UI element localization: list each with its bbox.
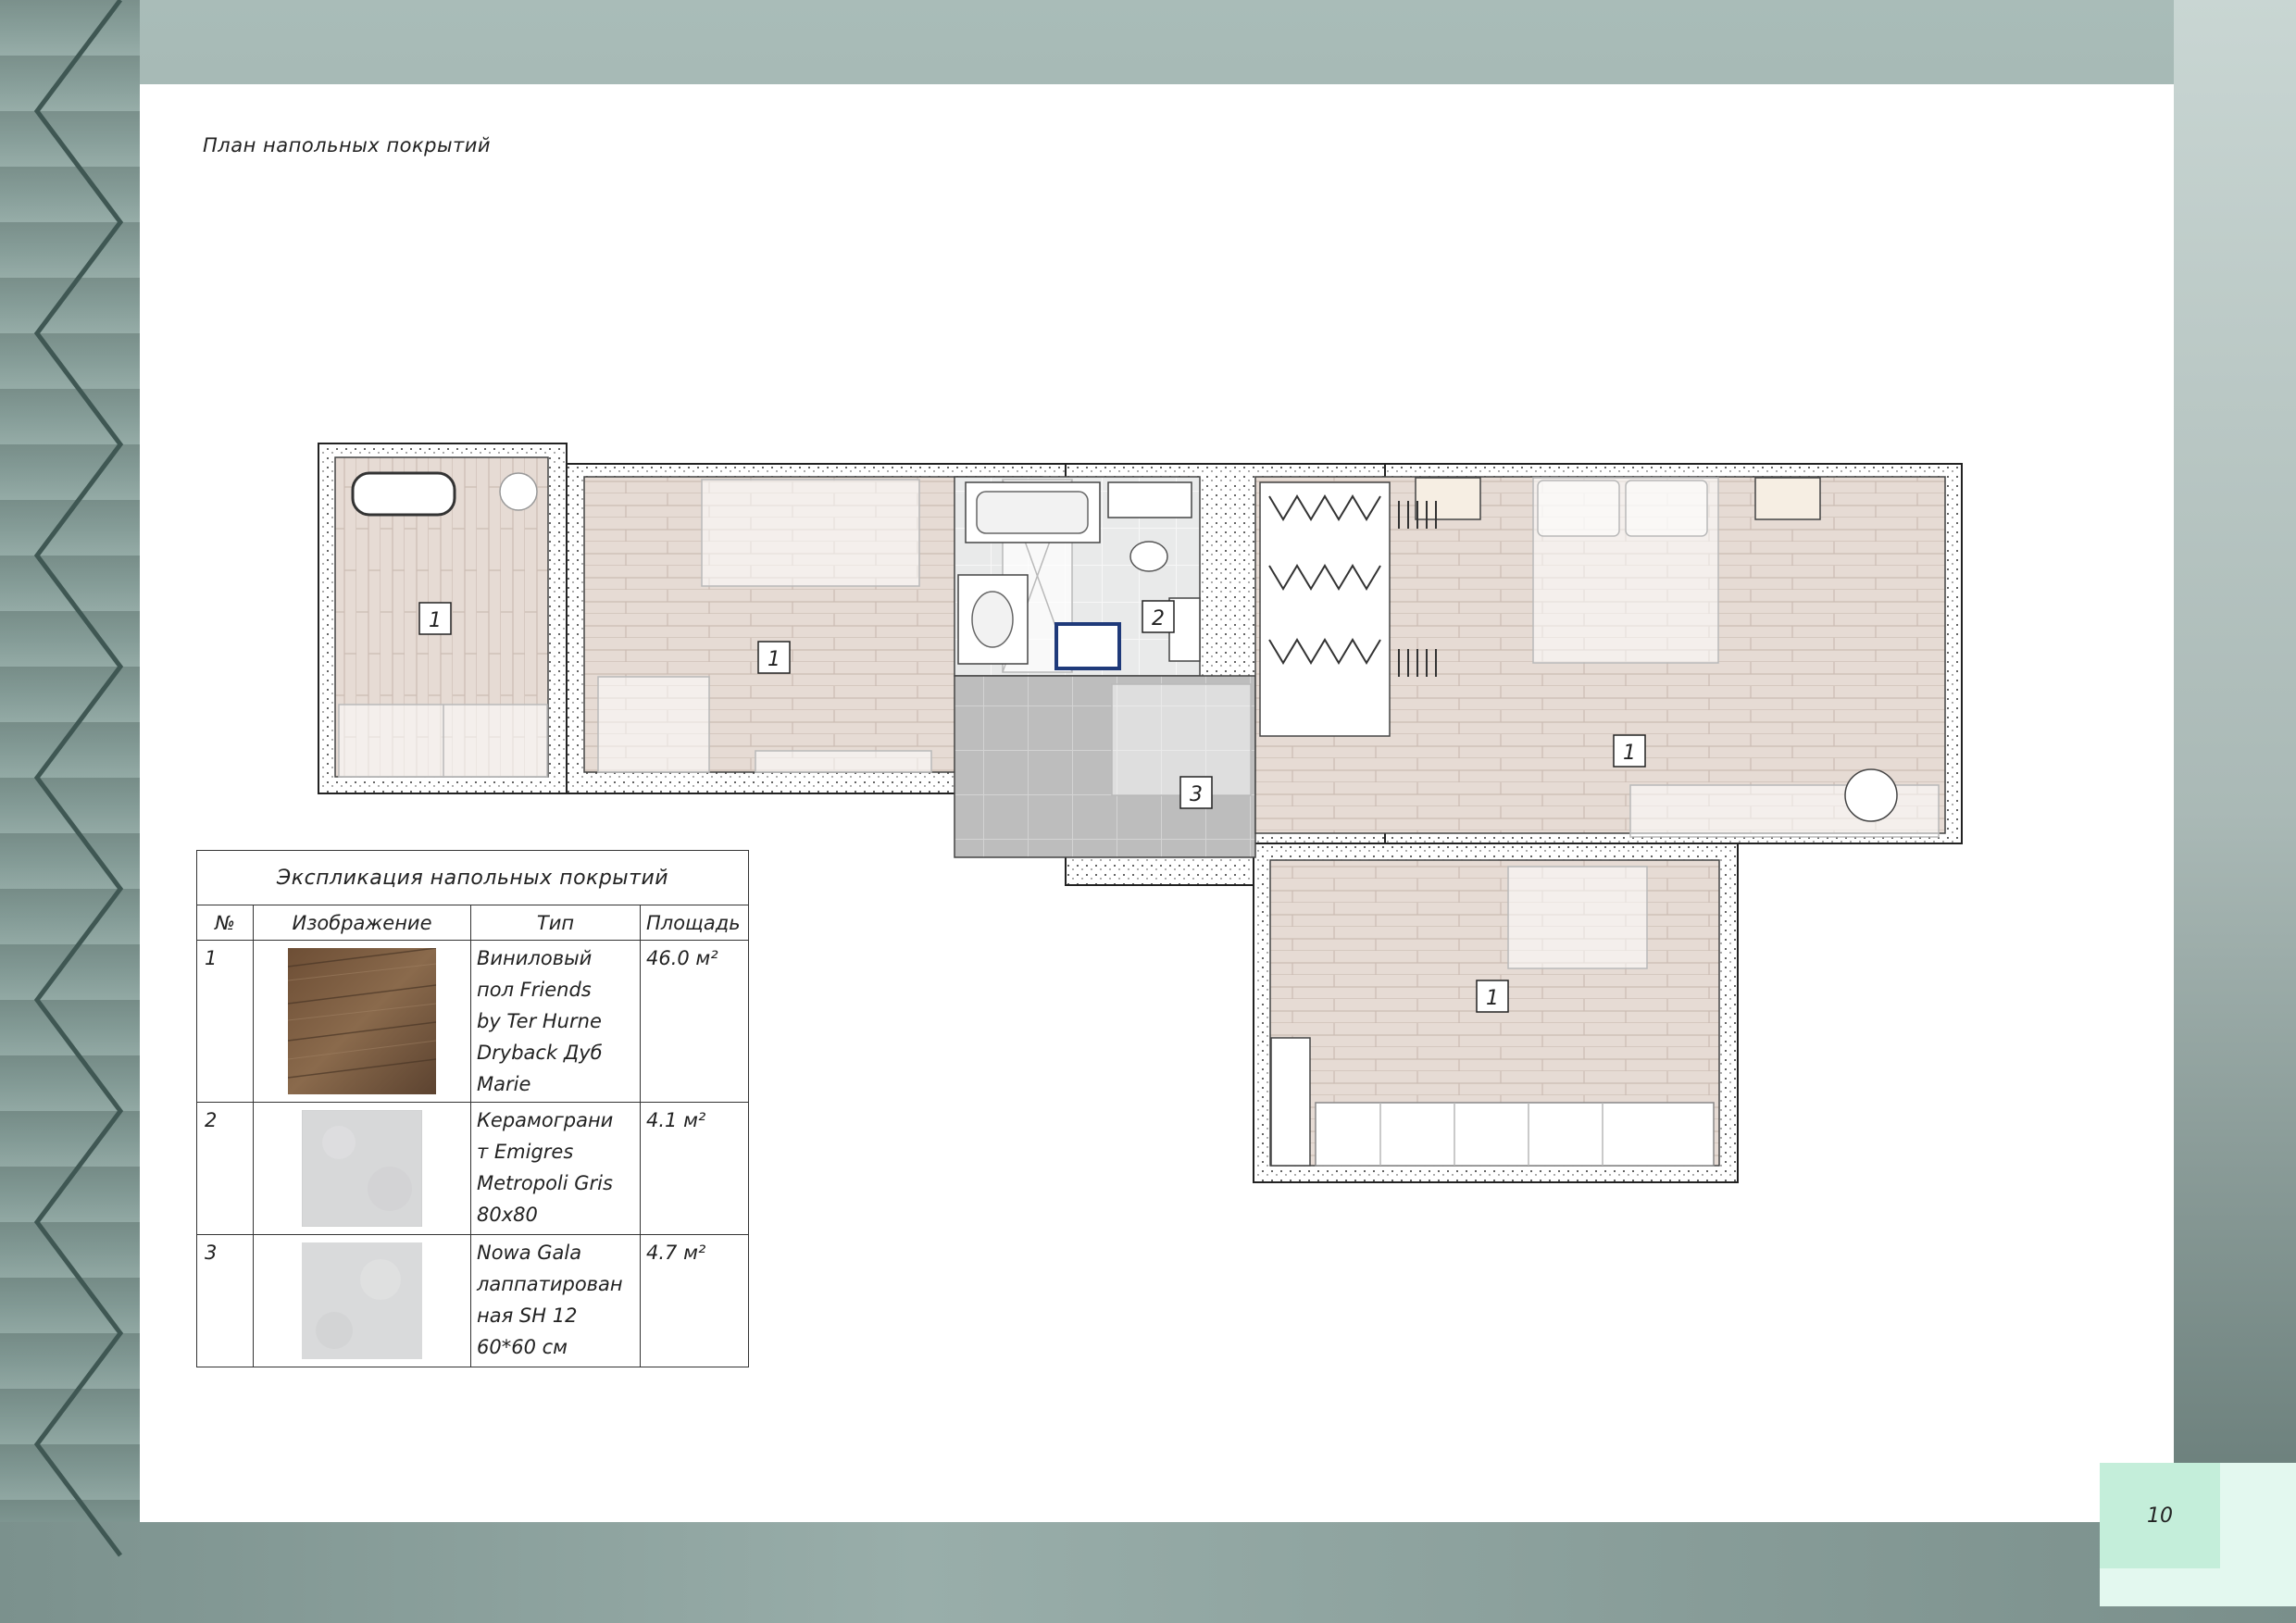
floor-legend-table: Экспликация напольных покрытий № Изображ… <box>196 850 749 1367</box>
shelf-lattice <box>33 0 124 1557</box>
legend-header-area: Площадь <box>640 905 749 941</box>
zone-label-living: 1 <box>767 648 780 671</box>
zone-label-hallway: 3 <box>1190 783 1203 806</box>
legend-row-number: 3 <box>196 1234 254 1367</box>
legend-row-area: 4.1 м² <box>640 1102 749 1235</box>
page-number: 10 <box>2100 1463 2220 1568</box>
legend-row-area: 4.7 м² <box>640 1234 749 1367</box>
zone-label-balcony: 1 <box>429 609 442 632</box>
legend-row: 3 Nowa Gala лаппатирован ная SH 12 60*60… <box>196 1234 749 1367</box>
grey-tile-swatch-icon <box>302 1110 422 1227</box>
legend-row-type: Nowa Gala лаппатирован ная SH 12 60*60 с… <box>470 1234 641 1367</box>
legend-row-type: Керамограни т Emigres Metropoli Gris 80x… <box>470 1102 641 1235</box>
legend-row-type: Виниловый пол Friends by Ter Hurne Dryba… <box>470 940 641 1103</box>
zone-label-bathroom: 2 <box>1152 607 1165 630</box>
page-sheet: План напольных покрытий 1 1 2 3 1 1 Эксп… <box>140 84 2296 1606</box>
legend-row-number: 1 <box>196 940 254 1103</box>
legend-row: 1 Виниловый пол Friends by Ter Hurne Dry… <box>196 940 749 1103</box>
legend-row-image <box>253 1102 471 1235</box>
legend-header-image: Изображение <box>253 905 471 941</box>
legend-header-type: Тип <box>470 905 641 941</box>
legend-row-number: 2 <box>196 1102 254 1235</box>
legend-row-image <box>253 940 471 1103</box>
legend-row: 2 Керамограни т Emigres Metropoli Gris 8… <box>196 1102 749 1235</box>
wood-swatch-icon <box>288 948 436 1094</box>
legend-row-area: 46.0 м² <box>640 940 749 1103</box>
page-number-box: 10 <box>2100 1463 2296 1606</box>
grey-tile-swatch-icon <box>302 1242 422 1359</box>
zone-label-bedroom: 1 <box>1623 742 1636 765</box>
zone-label-kitchen: 1 <box>1486 987 1499 1010</box>
legend-header-number: № <box>196 905 254 941</box>
wardrobe <box>1259 481 1391 737</box>
legend-row-image <box>253 1234 471 1367</box>
legend-caption: Экспликация напольных покрытий <box>196 850 749 905</box>
